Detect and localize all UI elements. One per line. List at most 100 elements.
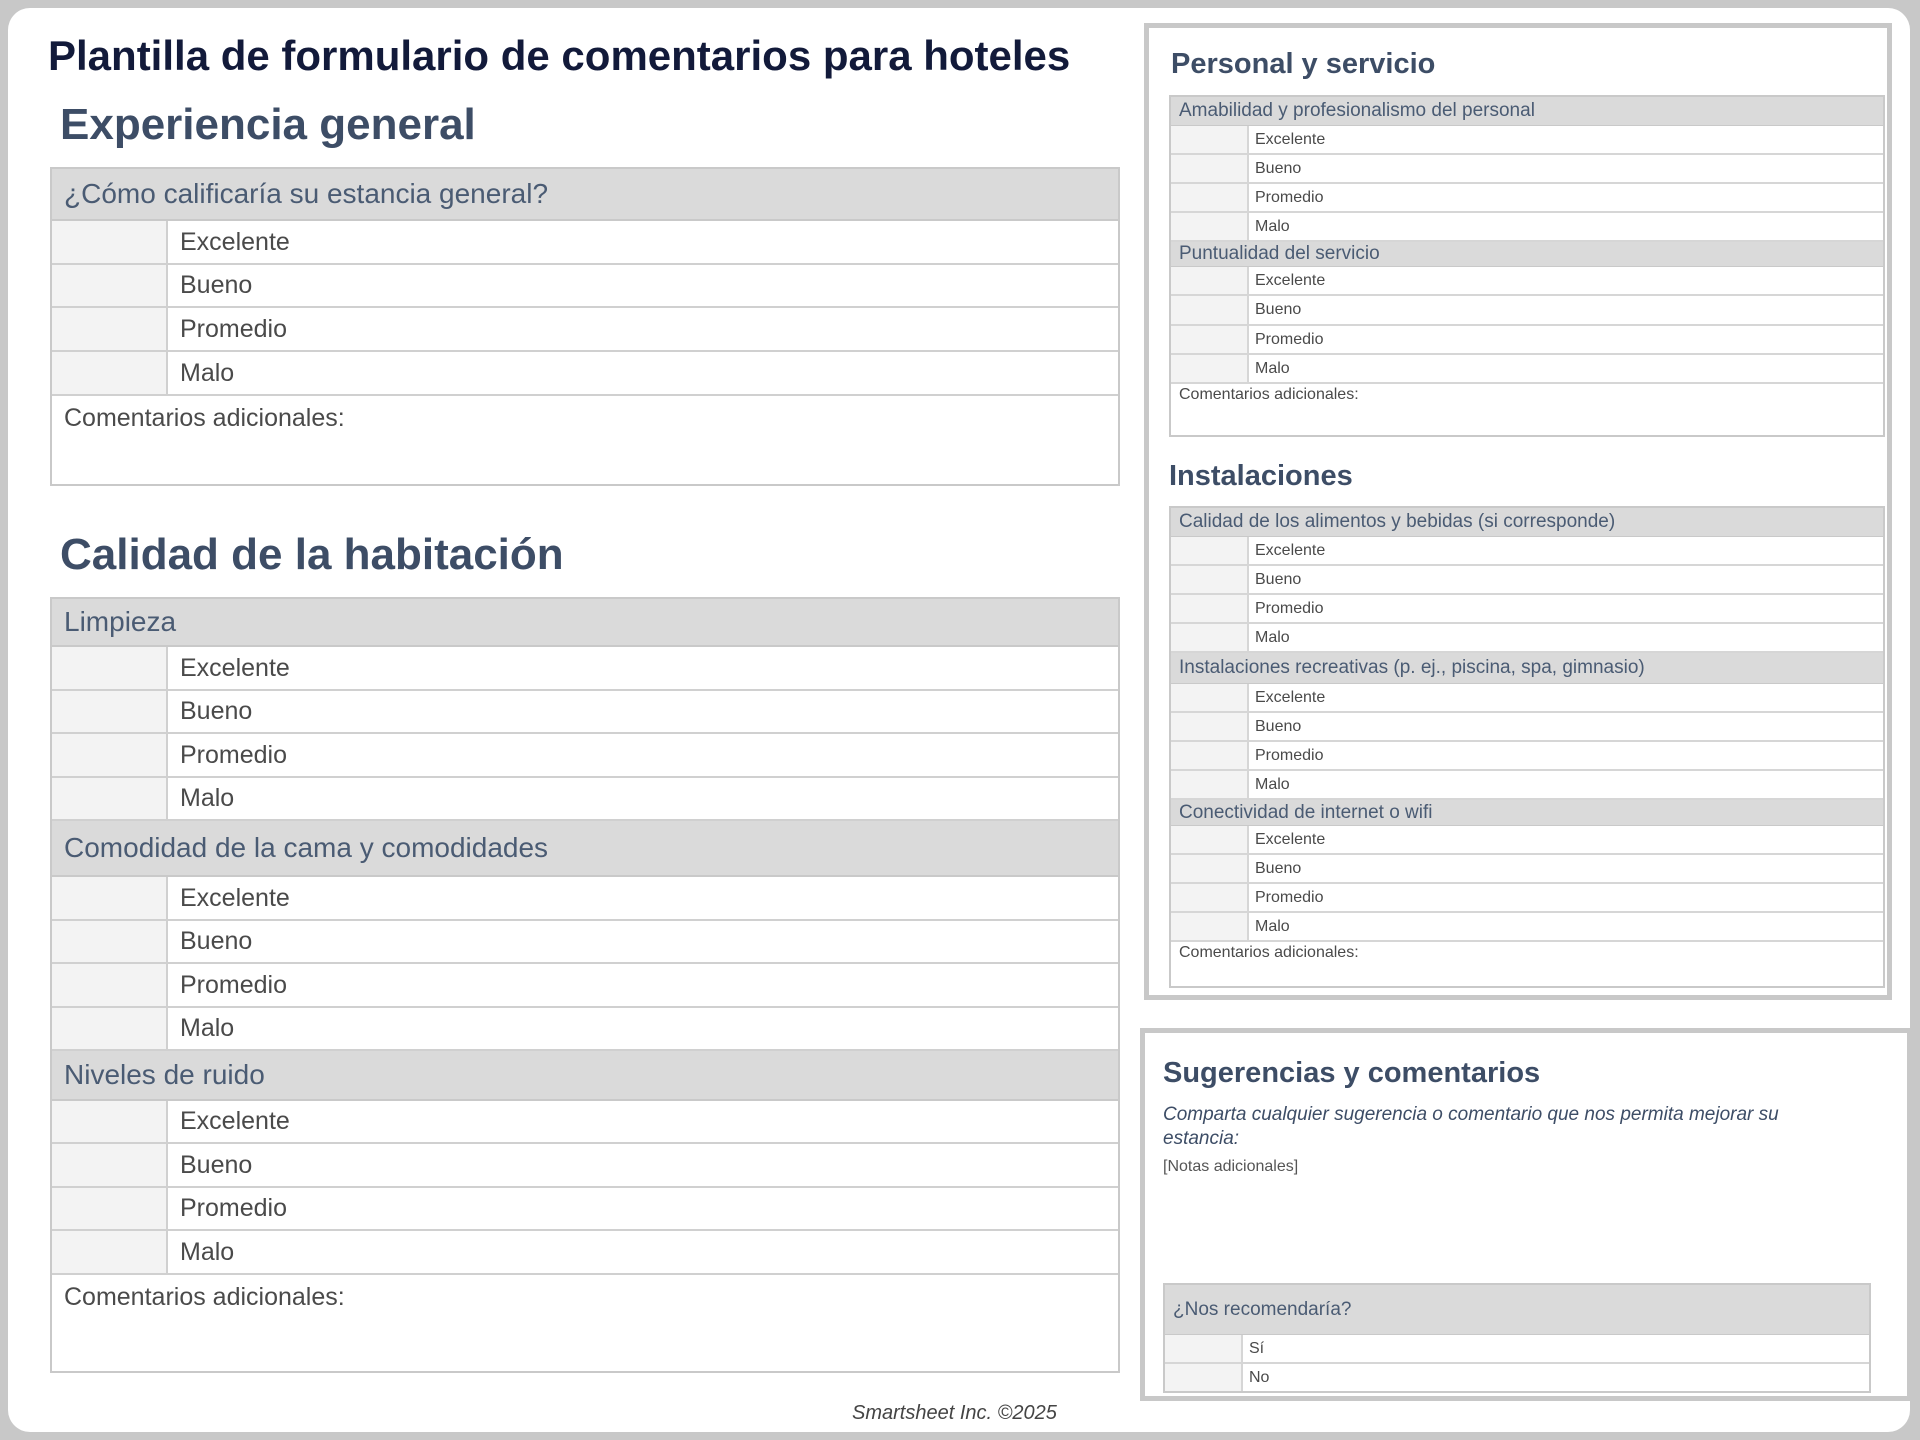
option-checkbox[interactable] [1171,537,1249,564]
option-checkbox[interactable] [52,1231,168,1273]
option-checkbox[interactable] [52,734,168,776]
option-checkbox[interactable] [52,778,168,819]
option-checkbox[interactable] [1171,713,1249,740]
option-label: Bueno [1255,570,1302,588]
option-checkbox[interactable] [52,265,168,306]
option-row[interactable]: Promedio [52,964,1118,1008]
option-label: Malo [1255,628,1290,646]
page-title: Plantilla de formulario de comentarios p… [48,32,1071,79]
suggestions-notes-field[interactable]: [Notas adicionales] [1163,1158,1298,1176]
option-checkbox[interactable] [52,1144,168,1186]
option-row[interactable]: Excelente [1171,267,1883,296]
option-checkbox[interactable] [1171,126,1249,153]
option-checkbox[interactable] [1171,184,1249,211]
option-checkbox[interactable] [52,221,168,263]
option-row[interactable]: No [1165,1364,1869,1391]
option-row[interactable]: Sí [1165,1335,1869,1364]
room-comments-field[interactable]: Comentarios adicionales: [52,1275,1118,1371]
option-checkbox[interactable] [52,691,168,732]
option-row[interactable]: Bueno [52,1144,1118,1188]
option-checkbox[interactable] [1171,855,1249,882]
option-checkbox[interactable] [1171,913,1249,940]
option-row[interactable]: Excelente [1171,684,1883,713]
staff-comments-field[interactable]: Comentarios adicionales: [1171,384,1883,435]
option-label: Malo [1255,775,1290,793]
option-row[interactable]: Promedio [1171,884,1883,913]
option-row[interactable]: Bueno [1171,155,1883,184]
option-row[interactable]: Promedio [52,1188,1118,1231]
option-row[interactable]: Malo [52,1008,1118,1051]
option-row[interactable]: Bueno [52,265,1118,308]
option-row[interactable]: Malo [52,778,1118,821]
option-label: Bueno [180,927,253,955]
option-row[interactable]: Promedio [1171,184,1883,213]
option-checkbox[interactable] [52,877,168,919]
option-label: Bueno [180,697,253,725]
option-row[interactable]: Promedio [1171,742,1883,771]
option-row[interactable]: Excelente [52,647,1118,691]
option-row[interactable]: Malo [1171,355,1883,384]
option-label: Excelente [1255,271,1326,289]
option-row[interactable]: Malo [1171,913,1883,942]
option-checkbox[interactable] [52,647,168,689]
general-comments-field[interactable]: Comentarios adicionales: [52,396,1118,484]
option-row[interactable]: Excelente [1171,537,1883,566]
option-row[interactable]: Malo [1171,213,1883,242]
option-checkbox[interactable] [52,964,168,1006]
facilities-table: Calidad de los alimentos y bebidas (si c… [1169,506,1885,988]
option-checkbox[interactable] [1171,267,1249,294]
staff-question-friendliness: Amabilidad y profesionalismo del persona… [1171,97,1883,126]
option-row[interactable]: Bueno [52,691,1118,734]
option-checkbox[interactable] [1171,155,1249,182]
option-label: Malo [180,358,235,387]
option-row[interactable]: Promedio [1171,595,1883,624]
option-label: Malo [1255,917,1290,935]
option-checkbox[interactable] [1171,742,1249,769]
option-checkbox[interactable] [1171,884,1249,911]
option-checkbox[interactable] [1171,296,1249,324]
option-checkbox[interactable] [52,1188,168,1229]
option-row[interactable]: Promedio [52,734,1118,778]
option-label: Excelente [180,653,290,682]
option-checkbox[interactable] [52,308,168,350]
option-row[interactable]: Excelente [1171,126,1883,155]
option-checkbox[interactable] [52,1008,168,1049]
recommend-table: ¿Nos recomendaría? Sí No [1163,1283,1871,1393]
option-label: Promedio [1255,188,1324,206]
option-row[interactable]: Malo [52,1231,1118,1275]
option-row[interactable]: Bueno [52,921,1118,964]
option-row[interactable]: Excelente [1171,826,1883,855]
option-row[interactable]: Malo [52,352,1118,396]
option-checkbox[interactable] [1171,595,1249,622]
option-row[interactable]: Promedio [1171,326,1883,355]
option-checkbox[interactable] [1171,771,1249,798]
option-checkbox[interactable] [1171,624,1249,651]
option-checkbox[interactable] [52,1101,168,1142]
option-label: Promedio [1255,746,1324,764]
option-checkbox[interactable] [1165,1335,1243,1362]
option-row[interactable]: Promedio [52,308,1118,352]
option-row[interactable]: Bueno [1171,855,1883,884]
option-row[interactable]: Excelente [52,877,1118,921]
option-row[interactable]: Bueno [1171,566,1883,595]
option-label: Promedio [180,1194,287,1222]
facilities-comments-field[interactable]: Comentarios adicionales: [1171,942,1883,986]
suggestions-panel: Sugerencias y comentarios Comparta cualq… [1140,1028,1910,1401]
option-checkbox[interactable] [52,352,168,394]
option-row[interactable]: Malo [1171,624,1883,653]
option-row[interactable]: Bueno [1171,296,1883,326]
option-label: Promedio [1255,330,1324,348]
option-checkbox[interactable] [1171,684,1249,711]
option-checkbox[interactable] [1171,355,1249,382]
option-checkbox[interactable] [1171,326,1249,353]
option-row[interactable]: Malo [1171,771,1883,800]
option-checkbox[interactable] [1171,213,1249,240]
option-checkbox[interactable] [1165,1364,1243,1391]
option-row[interactable]: Bueno [1171,713,1883,742]
option-checkbox[interactable] [52,921,168,962]
option-row[interactable]: Excelente [52,1101,1118,1144]
option-checkbox[interactable] [1171,566,1249,593]
option-row[interactable]: Excelente [52,221,1118,265]
option-checkbox[interactable] [1171,826,1249,853]
staff-table: Amabilidad y profesionalismo del persona… [1169,95,1885,437]
